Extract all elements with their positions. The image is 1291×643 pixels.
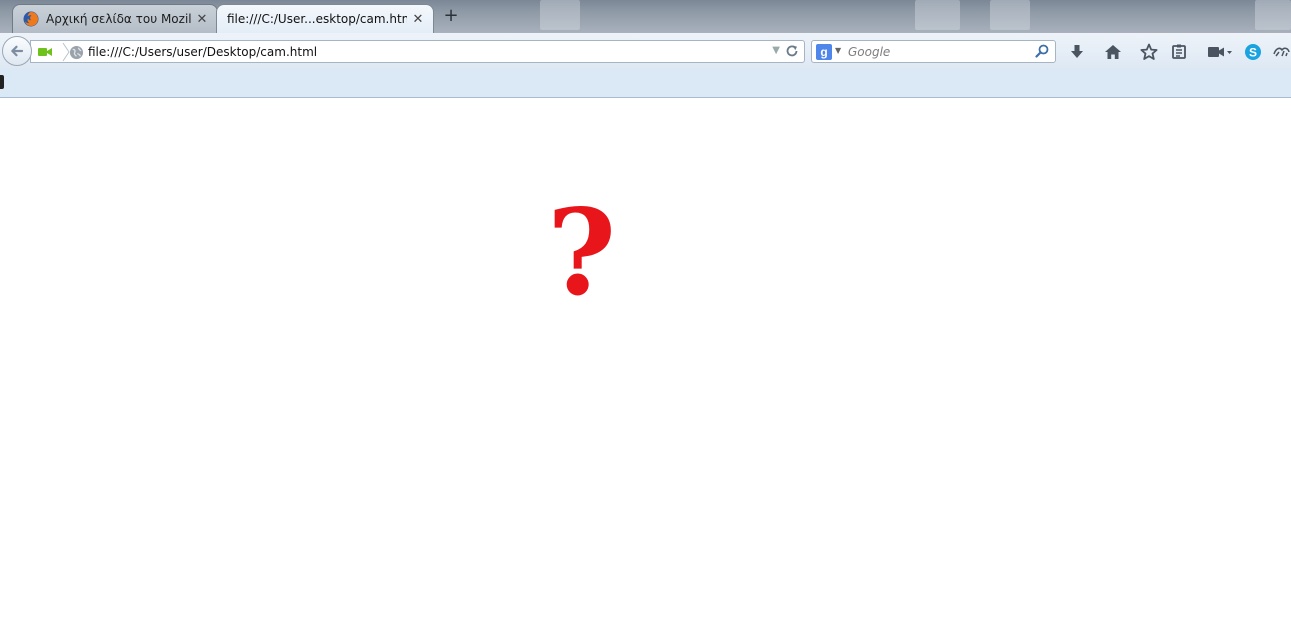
tab-label: file:///C:/User...esktop/cam.html [227,12,407,26]
history-dropdown-icon[interactable]: ▼ [772,45,780,56]
home-icon[interactable] [1103,42,1123,62]
reload-icon[interactable] [785,44,799,58]
url-bar[interactable]: file:///C:/Users/user/Desktop/cam.html ▼ [30,40,805,63]
tab-label: Αρχική σελίδα του Mozilla ... [46,12,191,26]
back-arrow-icon [11,45,24,57]
bookmarks-toolbar [0,70,1291,98]
search-bar[interactable]: g ▼ Google [811,40,1056,63]
background-blur [990,0,1030,30]
background-blur [1255,0,1291,30]
back-button[interactable] [2,36,32,66]
tab-cam-html[interactable]: file:///C:/User...esktop/cam.html ✕ [216,4,434,33]
video-camera-icon[interactable] [1205,42,1235,62]
extension-icon[interactable] [1271,42,1291,62]
new-tab-button[interactable]: + [442,7,460,25]
google-engine-icon[interactable]: g [816,44,832,60]
background-blur [540,0,580,30]
download-icon[interactable] [1067,42,1087,62]
tab-close-button[interactable]: ✕ [411,12,425,27]
svg-text:S: S [1249,46,1257,60]
bookmark-star-icon[interactable] [1139,42,1159,62]
search-icon[interactable] [1035,44,1049,58]
firefox-icon [23,11,39,27]
missing-plugin-question-mark[interactable]: ? [547,194,616,312]
background-blur [915,0,960,30]
globe-icon[interactable] [69,45,84,60]
tab-strip: Αρχική σελίδα του Mozilla ... ✕ file:///… [0,0,1291,33]
skype-icon[interactable]: S [1243,42,1263,62]
camera-indicator[interactable] [37,44,63,60]
engine-dropdown-icon[interactable]: ▼ [835,46,841,55]
search-placeholder[interactable]: Google [848,45,890,59]
tab-firefox-home[interactable]: Αρχική σελίδα του Mozilla ... ✕ [12,4,218,33]
reading-list-icon[interactable] [1169,42,1189,62]
camera-icon [38,48,52,56]
page-content: ? [0,98,1291,643]
toolbar-edge-handle [0,75,4,89]
tab-close-button[interactable]: ✕ [195,12,209,27]
navigation-toolbar: file:///C:/Users/user/Desktop/cam.html ▼… [0,33,1291,70]
url-text[interactable]: file:///C:/Users/user/Desktop/cam.html [88,45,317,59]
